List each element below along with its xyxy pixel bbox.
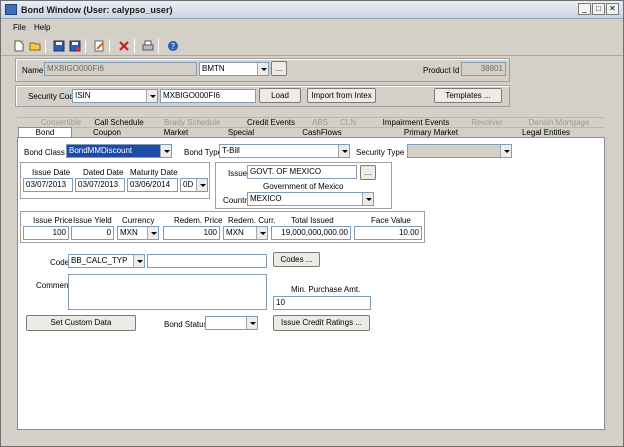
- name-field[interactable]: MXBIGO000FI6: [44, 62, 197, 76]
- minimize-button[interactable]: _: [578, 3, 591, 15]
- redem-price-field[interactable]: 100: [163, 226, 220, 240]
- print-icon[interactable]: [142, 40, 154, 52]
- product-id-label: Product Id: [423, 66, 460, 75]
- security-type-label: Security Type: [356, 148, 405, 157]
- new-icon[interactable]: [13, 40, 25, 52]
- security-code-label: Security Code: [28, 92, 79, 101]
- open-icon[interactable]: [29, 40, 41, 52]
- currency-label: Currency: [122, 216, 155, 225]
- bond-status-select[interactable]: [205, 316, 258, 330]
- maximize-button[interactable]: □: [592, 3, 605, 15]
- maturity-tenor-select[interactable]: 0D: [180, 178, 208, 192]
- issuer-lookup-button[interactable]: ...: [360, 165, 376, 180]
- min-purchase-label: Min. Purchase Amt.: [291, 285, 361, 294]
- import-from-intex-button[interactable]: Import from Intex: [307, 88, 376, 103]
- issue-price-label: Issue Price: [33, 216, 73, 225]
- min-purchase-field[interactable]: 10: [273, 296, 371, 310]
- window-title: Bond Window (User: calypso_user): [21, 5, 173, 15]
- menu-bar: File Help: [1, 20, 623, 35]
- issue-credit-ratings-button[interactable]: Issue Credit Ratings ...: [273, 315, 370, 331]
- templates-button[interactable]: Templates ...: [434, 88, 502, 103]
- menu-file[interactable]: File: [13, 23, 26, 32]
- bond-window: Bond Window (User: calypso_user) _ □ ✕ F…: [0, 0, 624, 447]
- set-custom-data-button[interactable]: Set Custom Data: [26, 315, 136, 331]
- redem-curr-select[interactable]: MXN: [223, 226, 268, 240]
- save-icon[interactable]: [53, 40, 65, 52]
- bond-status-label: Bond Status: [164, 320, 208, 329]
- total-issued-field[interactable]: 19,000,000,000.00: [271, 226, 351, 240]
- bond-type-select[interactable]: T-Bill: [219, 144, 350, 158]
- redem-price-label: Redem. Price: [174, 216, 223, 225]
- close-window-button[interactable]: ✕: [606, 3, 619, 15]
- menu-help[interactable]: Help: [34, 23, 50, 32]
- code-value-field[interactable]: [147, 254, 267, 268]
- product-id-field: 38801: [461, 62, 506, 76]
- code-type-select[interactable]: BB_CALC_TYP: [68, 254, 145, 268]
- face-value-field[interactable]: 10.00: [354, 226, 422, 240]
- face-value-label: Face Value: [371, 216, 411, 225]
- issue-date-field[interactable]: 03/07/2013: [23, 178, 73, 192]
- dated-date-field[interactable]: 03/07/2013: [75, 178, 125, 192]
- issue-date-label: Issue Date: [32, 168, 71, 177]
- name-type-select[interactable]: BMTN: [199, 62, 269, 76]
- security-code-type-select[interactable]: ISIN: [72, 89, 158, 103]
- svg-text:?: ?: [171, 42, 175, 51]
- edit-icon[interactable]: [93, 40, 105, 52]
- codes-button[interactable]: Codes ...: [273, 252, 320, 267]
- app-icon: [5, 4, 17, 15]
- comment-label: Comment: [36, 281, 71, 290]
- issue-yield-label: Issue Yield: [73, 216, 112, 225]
- bond-class-label: Bond Class: [24, 148, 65, 157]
- name-label: Name: [22, 66, 44, 75]
- redem-curr-label: Redem. Curr.: [228, 216, 276, 225]
- security-code-field[interactable]: MXBIGO000FI6: [160, 89, 256, 103]
- currency-select[interactable]: MXN: [117, 226, 159, 240]
- maturity-date-field[interactable]: 03/06/2014: [127, 178, 178, 192]
- bond-class-select[interactable]: BondMMDiscount: [66, 144, 172, 158]
- issuer-field[interactable]: GOVT. OF MEXICO: [247, 165, 357, 179]
- code-label: Code: [50, 258, 70, 267]
- issue-yield-field[interactable]: 0: [71, 226, 114, 240]
- country-select[interactable]: MEXICO: [247, 192, 374, 206]
- issuer-full-name: Government of Mexico: [263, 182, 344, 191]
- security-type-select[interactable]: [407, 144, 512, 158]
- load-button[interactable]: Load: [259, 88, 301, 103]
- delete-icon[interactable]: [118, 40, 130, 52]
- total-issued-label: Total Issued: [291, 216, 334, 225]
- bond-type-label: Bond Type: [184, 148, 223, 157]
- dated-date-label: Dated Date: [83, 168, 124, 177]
- toolbar: ?: [1, 36, 623, 56]
- comment-textarea[interactable]: [68, 274, 267, 310]
- help-icon[interactable]: ?: [167, 40, 179, 52]
- save-as-icon[interactable]: [69, 40, 81, 52]
- issue-price-field[interactable]: 100: [23, 226, 69, 240]
- name-lookup-button[interactable]: ...: [271, 61, 287, 76]
- title-bar: Bond Window (User: calypso_user) _ □ ✕: [1, 1, 623, 19]
- maturity-date-label: Maturity Date: [130, 168, 178, 177]
